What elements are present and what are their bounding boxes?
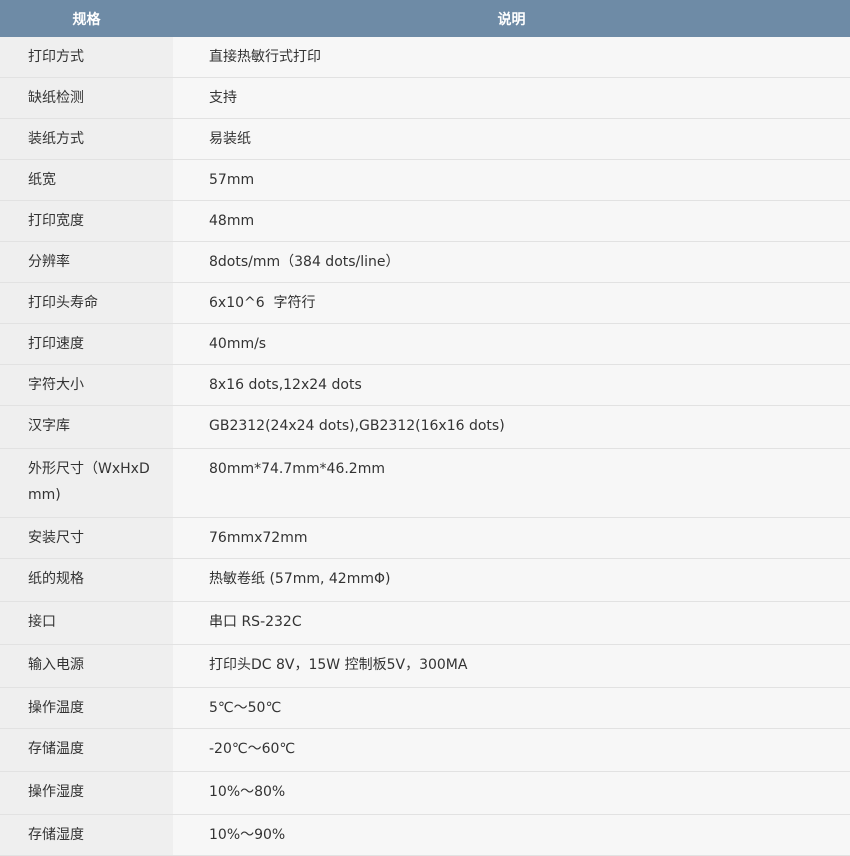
table-row: 存储湿度 10%～90% bbox=[0, 814, 850, 856]
row-label: 接口 bbox=[0, 601, 173, 645]
row-label: 输入电源 bbox=[0, 644, 173, 688]
table-row: 打印方式 直接热敏行式打印 bbox=[0, 37, 850, 78]
table-row: 分辨率 8dots/mm（384 dots/line） bbox=[0, 241, 850, 283]
row-label: 外形尺寸（WxHxD mm) bbox=[0, 448, 173, 518]
table-row: 字符大小 8x16 dots,12x24 dots bbox=[0, 364, 850, 406]
row-label: 存储湿度 bbox=[0, 814, 173, 856]
table-row: 安装尺寸 76mmx72mm bbox=[0, 517, 850, 559]
row-value: 热敏卷纸 (57mm, 42mmΦ) bbox=[173, 558, 850, 602]
row-label: 操作温度 bbox=[0, 687, 173, 729]
row-value: 48mm bbox=[173, 200, 850, 242]
table-row: 输入电源 打印头DC 8V，15W 控制板5V，300MA bbox=[0, 644, 850, 688]
row-value: 易装纸 bbox=[173, 118, 850, 160]
table-row: 装纸方式 易装纸 bbox=[0, 118, 850, 160]
row-value: 8dots/mm（384 dots/line） bbox=[173, 241, 850, 283]
row-value: 串口 RS-232C bbox=[173, 601, 850, 645]
row-label: 存储温度 bbox=[0, 728, 173, 772]
row-label: 安装尺寸 bbox=[0, 517, 173, 559]
row-label: 操作湿度 bbox=[0, 771, 173, 815]
row-label: 纸宽 bbox=[0, 159, 173, 201]
row-label: 打印速度 bbox=[0, 323, 173, 365]
table-row: 纸宽 57mm bbox=[0, 159, 850, 201]
row-value: 支持 bbox=[173, 77, 850, 119]
header-description: 说明 bbox=[173, 0, 850, 37]
table-row: 打印宽度 48mm bbox=[0, 200, 850, 242]
row-value: 10%～90% bbox=[173, 814, 850, 856]
spec-table: 规格 说明 打印方式 直接热敏行式打印 缺纸检测 支持 装纸方式 易装纸 纸宽 … bbox=[0, 0, 850, 856]
row-value: 6x10^6 字符行 bbox=[173, 282, 850, 324]
header-spec: 规格 bbox=[0, 0, 173, 37]
row-label: 分辨率 bbox=[0, 241, 173, 283]
table-row: 汉字库 GB2312(24x24 dots),GB2312(16x16 dots… bbox=[0, 405, 850, 449]
table-row: 接口 串口 RS-232C bbox=[0, 601, 850, 645]
row-value: 76mmx72mm bbox=[173, 517, 850, 559]
table-row: 操作湿度 10%～80% bbox=[0, 771, 850, 815]
table-header-row: 规格 说明 bbox=[0, 0, 850, 37]
table-row: 外形尺寸（WxHxD mm) 80mm*74.7mm*46.2mm bbox=[0, 448, 850, 518]
table-row: 打印速度 40mm/s bbox=[0, 323, 850, 365]
row-label: 打印方式 bbox=[0, 37, 173, 78]
row-value: -20℃～60℃ bbox=[173, 728, 850, 772]
table-row: 纸的规格 热敏卷纸 (57mm, 42mmΦ) bbox=[0, 558, 850, 602]
table-row: 存储温度 -20℃～60℃ bbox=[0, 728, 850, 772]
row-label: 打印头寿命 bbox=[0, 282, 173, 324]
row-value: 8x16 dots,12x24 dots bbox=[173, 364, 850, 406]
row-label: 打印宽度 bbox=[0, 200, 173, 242]
row-value: 直接热敏行式打印 bbox=[173, 37, 850, 78]
row-label: 纸的规格 bbox=[0, 558, 173, 602]
row-label: 汉字库 bbox=[0, 405, 173, 449]
row-value: 打印头DC 8V，15W 控制板5V，300MA bbox=[173, 644, 850, 688]
row-value: 10%～80% bbox=[173, 771, 850, 815]
row-label: 字符大小 bbox=[0, 364, 173, 406]
table-row: 操作温度 5℃～50℃ bbox=[0, 687, 850, 729]
table-row: 缺纸检测 支持 bbox=[0, 77, 850, 119]
row-value: GB2312(24x24 dots),GB2312(16x16 dots) bbox=[173, 405, 850, 449]
row-value: 57mm bbox=[173, 159, 850, 201]
table-row: 打印头寿命 6x10^6 字符行 bbox=[0, 282, 850, 324]
row-value: 40mm/s bbox=[173, 323, 850, 365]
row-label: 装纸方式 bbox=[0, 118, 173, 160]
row-value: 5℃～50℃ bbox=[173, 687, 850, 729]
row-label: 缺纸检测 bbox=[0, 77, 173, 119]
row-value: 80mm*74.7mm*46.2mm bbox=[173, 448, 850, 518]
